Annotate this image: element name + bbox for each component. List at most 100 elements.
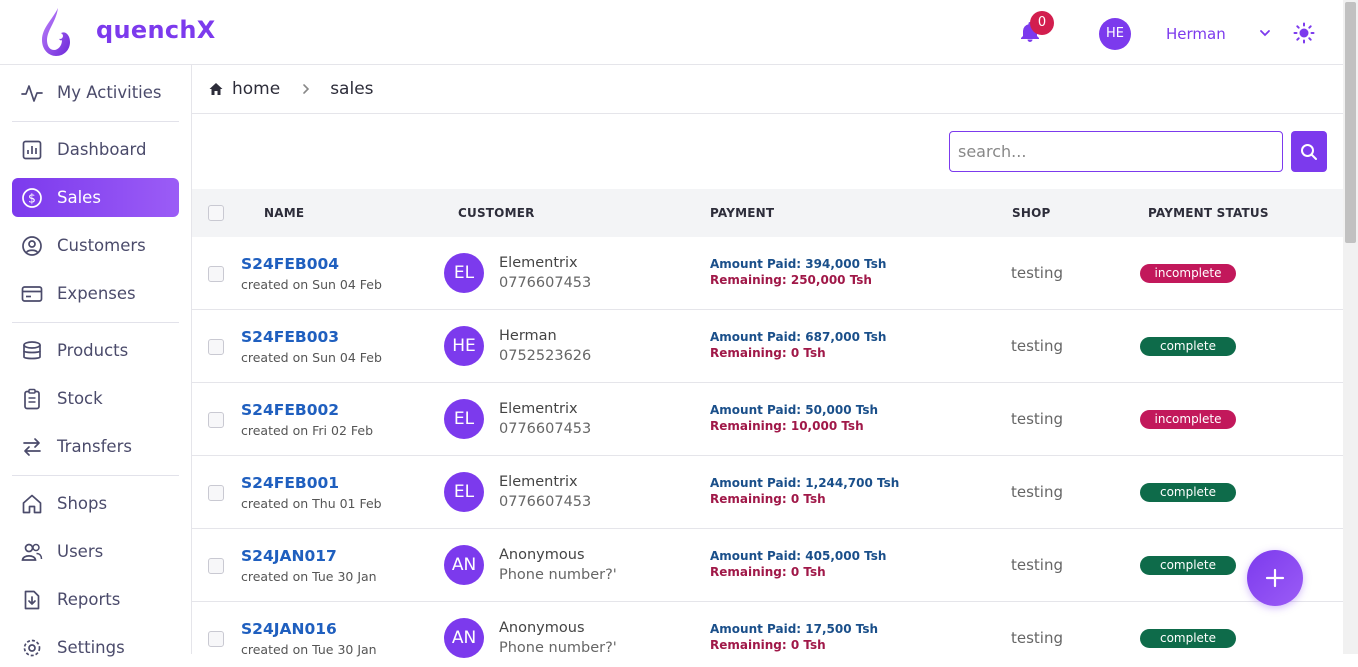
column-header-shop[interactable]: SHOP xyxy=(1012,206,1050,220)
column-header-payment-status[interactable]: PAYMENT STATUS xyxy=(1148,206,1269,220)
sale-date: created on Fri 02 Feb xyxy=(241,423,374,438)
sidebar-item-settings[interactable]: Settings xyxy=(12,628,179,667)
user-avatar[interactable]: HE xyxy=(1099,18,1131,50)
sidebar-item-reports[interactable]: Reports xyxy=(12,580,179,619)
column-header-customer[interactable]: CUSTOMER xyxy=(458,206,535,220)
customer-phone: 0776607453 xyxy=(499,494,592,510)
sidebar-item-label: Customers xyxy=(57,236,146,255)
sidebar-divider xyxy=(12,475,179,476)
customer-avatar: EL xyxy=(444,253,484,293)
sale-name[interactable]: S24FEB002 xyxy=(241,401,339,419)
sidebar-item-customers[interactable]: Customers xyxy=(12,226,179,265)
breadcrumb: home sales xyxy=(192,65,1343,114)
search-input[interactable] xyxy=(949,131,1283,172)
sidebar-item-label: Products xyxy=(57,341,129,360)
sidebar-item-products[interactable]: Products xyxy=(12,331,179,370)
sale-name[interactable]: S24FEB004 xyxy=(241,255,339,273)
row-checkbox[interactable] xyxy=(208,631,224,647)
table-row[interactable]: S24FEB001 created on Thu 01 Feb EL Eleme… xyxy=(192,456,1343,529)
svg-text:$: $ xyxy=(28,191,36,205)
sidebar-divider xyxy=(12,121,179,122)
activity-icon xyxy=(21,84,43,102)
search-icon xyxy=(1301,143,1317,160)
user-name[interactable]: Herman xyxy=(1166,25,1226,43)
amount-remaining: Remaining: 10,000 Tsh xyxy=(710,419,864,433)
amount-remaining: Remaining: 0 Tsh xyxy=(710,346,826,360)
amount-paid: Amount Paid: 687,000 Tsh xyxy=(710,330,887,344)
shop-name: testing xyxy=(1011,629,1064,647)
chart-icon xyxy=(22,140,42,159)
column-header-payment[interactable]: PAYMENT xyxy=(710,206,774,220)
table-row[interactable]: S24FEB004 created on Sun 04 Feb EL Eleme… xyxy=(192,237,1343,310)
logo-drop-icon xyxy=(42,8,70,56)
table-row[interactable]: S24FEB002 created on Fri 02 Feb EL Eleme… xyxy=(192,383,1343,456)
users-icon xyxy=(21,543,43,561)
row-checkbox[interactable] xyxy=(208,339,224,355)
sidebar-item-label: Dashboard xyxy=(57,140,147,159)
breadcrumb-home[interactable]: home xyxy=(232,79,280,99)
amount-paid: Amount Paid: 50,000 Tsh xyxy=(710,403,879,417)
scrollbar-thumb[interactable] xyxy=(1345,2,1356,243)
status-badge: incomplete xyxy=(1140,264,1236,283)
shop-name: testing xyxy=(1011,483,1064,501)
customer-avatar: EL xyxy=(444,399,484,439)
column-header-name[interactable]: NAME xyxy=(264,206,304,220)
sale-name[interactable]: S24JAN017 xyxy=(241,547,337,565)
sidebar-item-sales[interactable]: $ Sales xyxy=(12,178,179,217)
amount-remaining: Remaining: 0 Tsh xyxy=(710,492,826,506)
chevron-down-icon[interactable] xyxy=(1258,26,1272,40)
table-row[interactable]: S24JAN017 created on Tue 30 Jan AN Anony… xyxy=(192,529,1343,602)
gear-icon xyxy=(23,639,41,656)
sidebar-item-users[interactable]: Users xyxy=(12,532,179,571)
row-checkbox[interactable] xyxy=(208,485,224,501)
sun-icon[interactable] xyxy=(1293,22,1315,44)
clipboard-icon xyxy=(24,388,40,409)
sale-date: created on Tue 30 Jan xyxy=(241,569,377,584)
customer-phone: Phone number?' xyxy=(499,567,617,583)
table-row[interactable]: S24JAN016 created on Tue 30 Jan AN Anony… xyxy=(192,602,1343,658)
sidebar-divider xyxy=(12,322,179,323)
row-checkbox[interactable] xyxy=(208,266,224,282)
amount-remaining: Remaining: 0 Tsh xyxy=(710,638,826,652)
customer-name: Anonymous xyxy=(499,620,585,636)
breadcrumb-current: sales xyxy=(330,79,374,99)
sidebar-item-my-activities[interactable]: My Activities xyxy=(12,73,179,112)
card-icon xyxy=(21,285,43,302)
select-all-checkbox[interactable] xyxy=(208,205,224,221)
shop-name: testing xyxy=(1011,410,1064,428)
amount-paid: Amount Paid: 1,244,700 Tsh xyxy=(710,476,900,490)
sidebar-item-dashboard[interactable]: Dashboard xyxy=(12,130,179,169)
row-checkbox[interactable] xyxy=(208,558,224,574)
sale-name[interactable]: S24JAN016 xyxy=(241,620,337,638)
shop-name: testing xyxy=(1011,337,1064,355)
house-icon xyxy=(22,494,42,513)
sidebar-item-label: Users xyxy=(57,542,104,561)
status-badge: complete xyxy=(1140,483,1236,502)
search-button[interactable] xyxy=(1291,131,1327,172)
home-icon[interactable] xyxy=(208,81,224,97)
sidebar-item-label: Expenses xyxy=(57,284,136,303)
status-badge: complete xyxy=(1140,556,1236,575)
sidebar-item-label: Reports xyxy=(57,590,121,609)
customer-avatar: EL xyxy=(444,472,484,512)
arrows-icon xyxy=(23,437,41,456)
table-row[interactable]: S24FEB003 created on Sun 04 Feb HE Herma… xyxy=(192,310,1343,383)
sidebar-item-transfers[interactable]: Transfers xyxy=(12,427,179,466)
sale-name[interactable]: S24FEB003 xyxy=(241,328,339,346)
amount-remaining: Remaining: 250,000 Tsh xyxy=(710,273,872,287)
status-badge: complete xyxy=(1140,629,1236,648)
amount-paid: Amount Paid: 394,000 Tsh xyxy=(710,257,887,271)
row-checkbox[interactable] xyxy=(208,412,224,428)
customer-avatar: HE xyxy=(444,326,484,366)
sidebar-item-expenses[interactable]: Expenses xyxy=(12,274,179,313)
shop-name: testing xyxy=(1011,264,1064,282)
sale-name[interactable]: S24FEB001 xyxy=(241,474,339,492)
sale-date: created on Thu 01 Feb xyxy=(241,496,382,511)
chevron-right-icon xyxy=(303,84,310,94)
sidebar-item-label: Transfers xyxy=(57,437,132,456)
add-sale-button[interactable] xyxy=(1247,550,1303,606)
plus-icon xyxy=(1265,568,1285,588)
sale-date: created on Sun 04 Feb xyxy=(241,350,382,365)
sidebar-item-stock[interactable]: Stock xyxy=(12,379,179,418)
sidebar-item-shops[interactable]: Shops xyxy=(12,484,179,523)
